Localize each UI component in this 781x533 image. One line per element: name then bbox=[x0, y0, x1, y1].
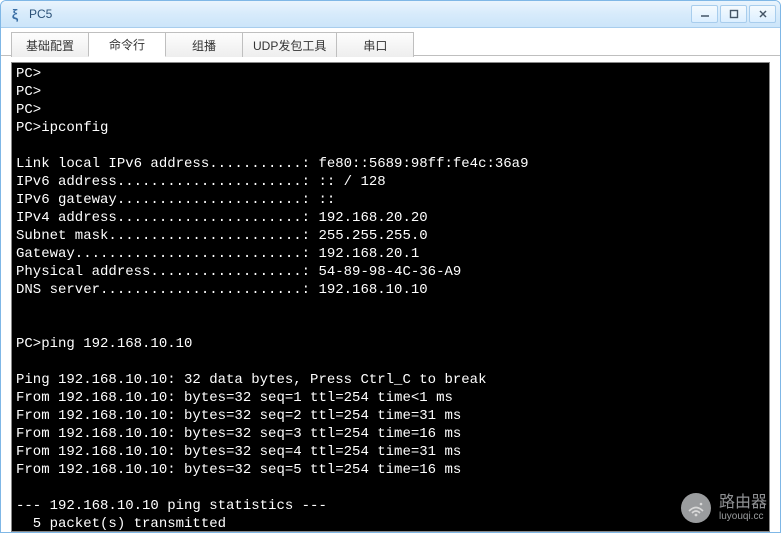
app-window: ξ PC5 基础配置 命令行 组播 UDP发包工具 串口 PC> PC> PC>… bbox=[0, 0, 781, 533]
titlebar: ξ PC5 bbox=[1, 1, 780, 28]
terminal-container: PC> PC> PC> PC>ipconfig Link local IPv6 … bbox=[1, 56, 780, 532]
terminal-output[interactable]: PC> PC> PC> PC>ipconfig Link local IPv6 … bbox=[11, 62, 770, 532]
tab-bar: 基础配置 命令行 组播 UDP发包工具 串口 bbox=[1, 28, 780, 56]
tab-udp-tool[interactable]: UDP发包工具 bbox=[242, 32, 337, 57]
minimize-button[interactable] bbox=[691, 5, 718, 23]
window-controls bbox=[691, 5, 776, 23]
app-icon: ξ bbox=[7, 6, 23, 22]
close-button[interactable] bbox=[749, 5, 776, 23]
tab-serial[interactable]: 串口 bbox=[336, 32, 414, 57]
tab-multicast[interactable]: 组播 bbox=[165, 32, 243, 57]
maximize-button[interactable] bbox=[720, 5, 747, 23]
tab-command-line[interactable]: 命令行 bbox=[88, 32, 166, 57]
window-title: PC5 bbox=[29, 7, 691, 21]
tab-basic-config[interactable]: 基础配置 bbox=[11, 32, 89, 57]
